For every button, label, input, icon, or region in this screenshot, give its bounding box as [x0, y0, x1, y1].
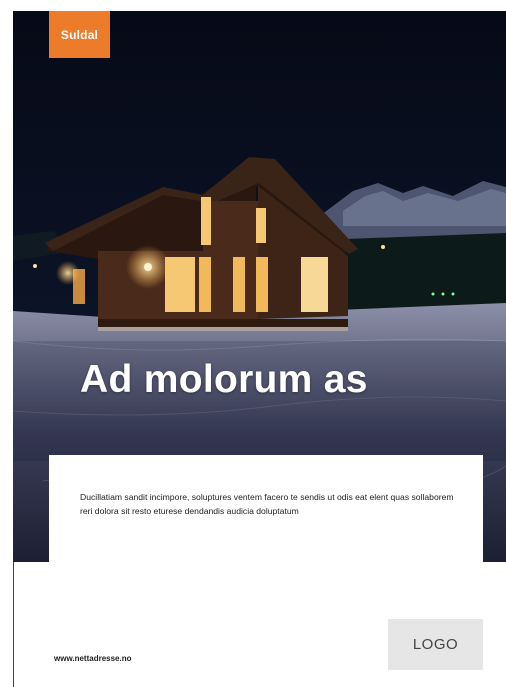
intro-paragraph: Ducillatiam sandit incimpore, soluptures…: [80, 492, 454, 516]
left-margin-rule: [13, 561, 14, 687]
hero-headline: Ad molorum as: [80, 358, 368, 401]
brand-badge: Suldal: [49, 11, 110, 58]
website-address[interactable]: www.nettadresse.no: [54, 654, 132, 663]
intro-text-box: Ducillatiam sandit incimpore, soluptures…: [49, 455, 483, 562]
logo-placeholder: LOGO: [388, 619, 483, 670]
